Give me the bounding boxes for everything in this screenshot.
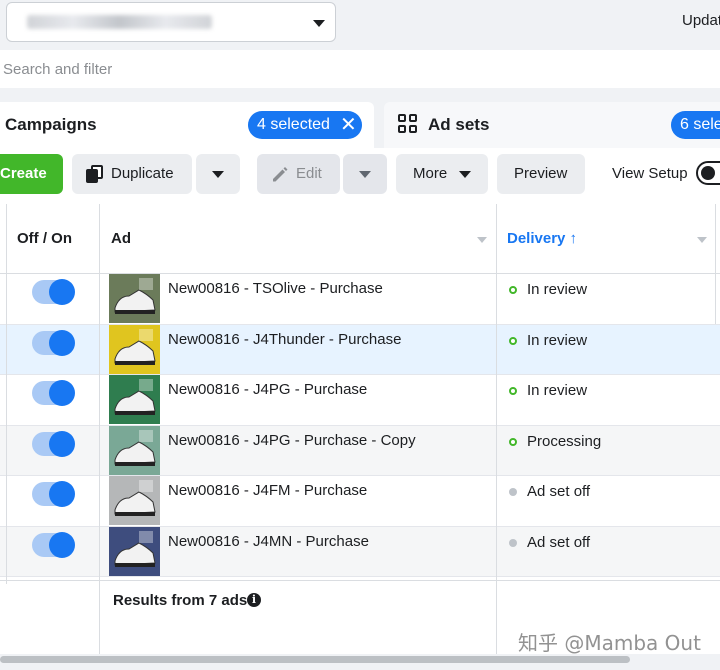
chevron-down-icon (212, 171, 224, 178)
delivery-status: Processing (527, 432, 602, 450)
ad-toggle-switch[interactable] (32, 481, 75, 507)
info-icon[interactable]: i (247, 593, 261, 607)
ad-sets-selected-text: 6 sele (680, 116, 720, 133)
duplicate-icon (86, 165, 104, 183)
table-row[interactable]: New00816 - TSOlive - Purchase In review (0, 274, 720, 325)
delivery-status-dot-icon (509, 538, 517, 547)
table-row[interactable]: New00816 - J4PG - Purchase In review (0, 375, 720, 426)
delivery-status: Ad set off (527, 483, 591, 500)
column-header-delivery[interactable]: Delivery ↑ (507, 230, 577, 247)
ad-toggle-switch[interactable] (32, 430, 75, 457)
ad-name[interactable]: New00816 - J4Thunder - Purchase (168, 331, 401, 348)
ad-toggle-switch[interactable] (32, 329, 75, 356)
toolbar: Create Duplicate Edit More Preview View … (0, 148, 720, 204)
tab-ad-sets-label: Ad sets (428, 115, 490, 134)
campaigns-selected-text: 4 selected (257, 116, 330, 133)
create-label: Create (0, 165, 47, 182)
table-row[interactable]: New00816 - J4PG - Purchase - Copy Process… (0, 425, 720, 476)
ad-name[interactable]: New00816 - J4FM - Purchase (168, 482, 367, 499)
results-summary: Results from 7 ads (113, 592, 248, 609)
preview-label: Preview (514, 165, 568, 182)
ad-thumbnail[interactable] (109, 526, 160, 576)
tab-ad-sets[interactable]: Ad sets 6 sele (384, 102, 720, 148)
ad-thumbnail[interactable] (109, 274, 160, 323)
delivery-status-dot-icon (509, 387, 517, 395)
sort-ascending-arrow-icon: ↑ (565, 230, 578, 247)
delivery-status-dot-icon (509, 286, 517, 294)
column-divider (496, 204, 497, 662)
column-divider (715, 204, 716, 324)
ad-name[interactable]: New00816 - J4PG - Purchase - Copy (168, 432, 416, 449)
edit-dropdown-button[interactable] (343, 154, 387, 194)
delivery-status-dot-icon (509, 336, 517, 345)
ad-thumbnail[interactable] (109, 476, 160, 525)
delivery-status-dot-icon (509, 437, 517, 446)
duplicate-label: Duplicate (111, 165, 174, 182)
tab-campaigns-label: Campaigns (5, 115, 97, 134)
delivery-status: In review (527, 331, 588, 349)
ad-sets-grid-icon (398, 114, 418, 134)
column-divider (99, 204, 100, 662)
create-button[interactable]: Create (0, 154, 63, 194)
chevron-down-icon (313, 20, 325, 27)
delivery-header-label: Delivery (507, 230, 566, 247)
ad-thumbnail[interactable] (109, 324, 160, 374)
view-setup-toggle[interactable] (696, 161, 720, 185)
account-selector[interactable]: "• •• • (•••••••••• •) (6, 2, 336, 42)
search-bar[interactable] (0, 50, 720, 88)
horizontal-scrollbar-thumb[interactable] (0, 656, 630, 663)
ad-name[interactable]: New00816 - J4PG - Purchase (168, 381, 367, 398)
column-divider (6, 204, 7, 584)
close-icon[interactable]: ✕ (340, 111, 360, 139)
watermark: 知乎 @Mamba Out (518, 631, 701, 655)
edit-label: Edit (296, 165, 322, 182)
table-row[interactable]: New00816 - J4Thunder - Purchase In review (0, 324, 720, 375)
preview-button[interactable]: Preview (497, 154, 585, 194)
delivery-status: Ad set off (527, 533, 591, 551)
more-label: More (413, 165, 448, 182)
chevron-down-icon (459, 171, 471, 178)
duplicate-dropdown-button[interactable] (196, 154, 240, 194)
table-row[interactable]: New00816 - J4MN - Purchase Ad set off (0, 526, 720, 577)
view-setup-label: View Setup (612, 165, 688, 182)
sort-caret-icon[interactable] (477, 237, 487, 243)
delivery-status: In review (527, 382, 588, 399)
delivery-status-dot-icon (509, 488, 517, 496)
ad-thumbnail[interactable] (109, 425, 160, 475)
pencil-icon (273, 167, 288, 182)
more-button[interactable]: More (396, 154, 488, 194)
table-row[interactable]: New00816 - J4FM - Purchase Ad set off (0, 476, 720, 527)
sort-caret-icon[interactable] (697, 237, 707, 243)
delivery-status: In review (527, 281, 588, 298)
ad-thumbnail[interactable] (109, 375, 160, 424)
ad-name[interactable]: New00816 - TSOlive - Purchase (168, 280, 383, 297)
column-header-toggle[interactable]: Off / On (17, 230, 72, 247)
edit-button[interactable]: Edit (257, 154, 340, 194)
duplicate-button[interactable]: Duplicate (72, 154, 192, 194)
ad-sets-selected-badge[interactable]: 6 sele (671, 111, 720, 139)
ad-toggle-switch[interactable] (32, 279, 75, 305)
column-header-ad[interactable]: Ad (111, 230, 131, 247)
tab-campaigns[interactable]: Campaigns 4 selected ✕ (0, 102, 374, 148)
update-label[interactable]: Updat (682, 12, 720, 29)
ad-toggle-switch[interactable] (32, 380, 75, 406)
chevron-down-icon (359, 171, 371, 178)
results-divider (0, 580, 720, 581)
search-input[interactable] (0, 50, 720, 88)
ads-table: Off / On Ad Delivery ↑ New00816 - TSOliv… (0, 204, 720, 662)
ad-name[interactable]: New00816 - J4MN - Purchase (168, 533, 369, 550)
ad-toggle-switch[interactable] (32, 531, 75, 558)
table-header: Off / On Ad Delivery ↑ (0, 204, 720, 274)
